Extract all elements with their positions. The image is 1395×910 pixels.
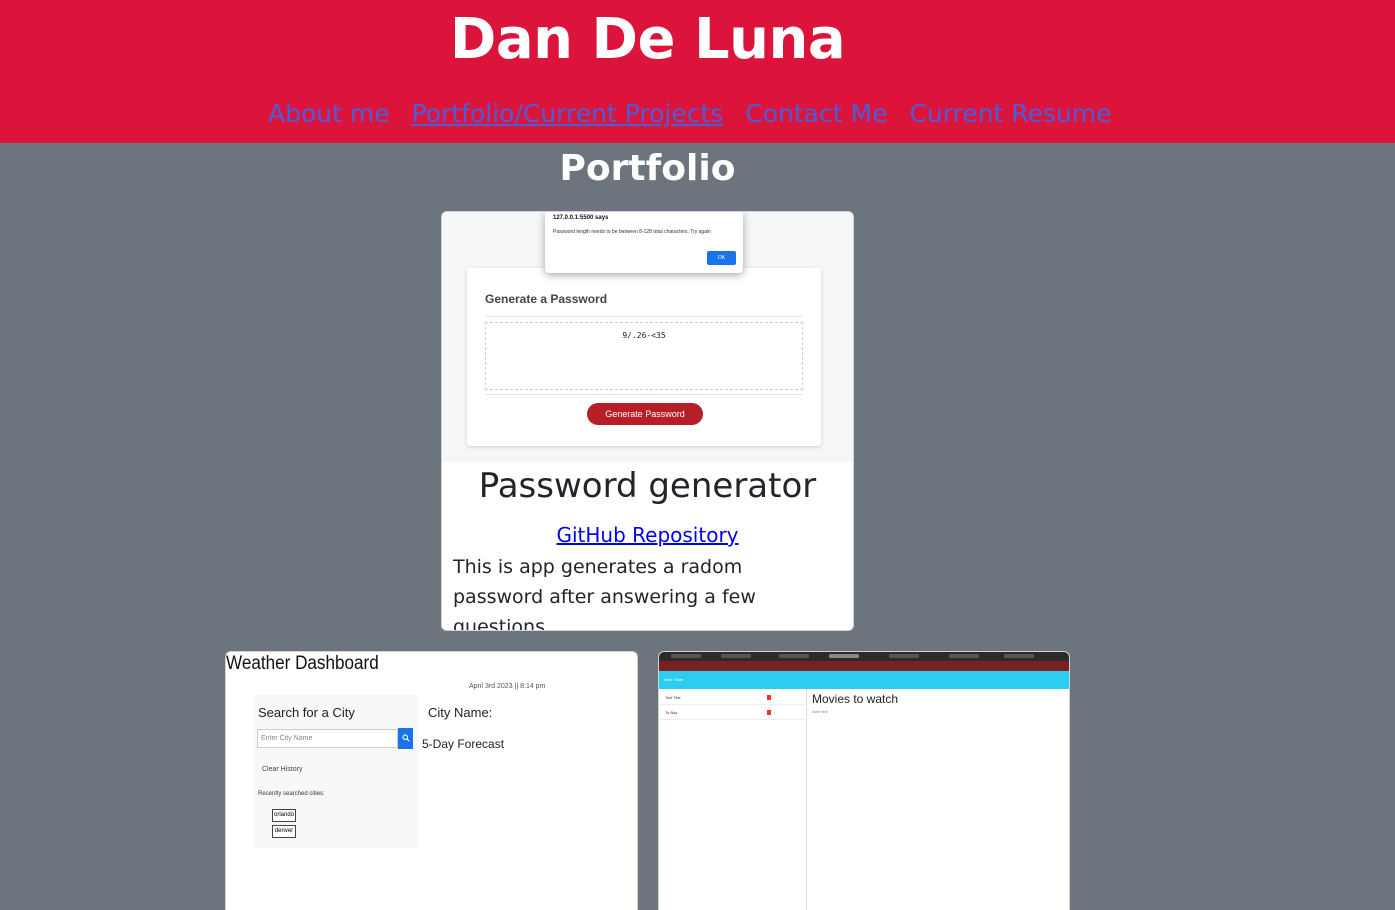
password-app-heading: Generate a Password <box>485 292 608 306</box>
magnifier-icon <box>398 728 413 749</box>
password-output: 9/.26-<35 <box>485 322 803 390</box>
browser-tabs <box>659 652 1069 661</box>
github-repository-link[interactable]: GitHub Repository <box>556 523 738 547</box>
project-card-notes[interactable]: Note Taker Test Title To Buy Movies to w… <box>658 651 1070 910</box>
notes-sidebar: Test Title To Buy <box>659 689 807 910</box>
weather-clear-history: Clear History <box>262 766 303 773</box>
alert-dialog: 127.0.0.1:5500 says Password length need… <box>545 212 743 273</box>
project-title: Password generator <box>478 466 817 506</box>
note-title: Test Title <box>665 695 681 700</box>
divider <box>485 394 803 395</box>
weather-search-title: Search for a City <box>258 705 355 720</box>
weather-recent-label: Recently searched cities: <box>258 791 325 797</box>
note-title: To Buy <box>665 710 678 715</box>
nav-portfolio[interactable]: Portfolio/Current Projects <box>412 96 724 132</box>
browser-url-bar <box>659 661 1069 671</box>
project-card-weather[interactable]: Weather Dashboard April 3rd 2023 || 8:14… <box>225 651 638 910</box>
note-heading: Movies to watch <box>812 692 899 706</box>
divider <box>485 316 803 317</box>
generate-password-button: Generate Password <box>587 403 703 425</box>
trash-icon <box>767 710 771 715</box>
weather-forecast-label: 5-Day Forecast <box>422 737 505 751</box>
nav-resume[interactable]: Current Resume <box>909 96 1111 132</box>
notes-app-bar: Note Taker <box>659 671 1069 689</box>
weather-title: Weather Dashboard <box>226 653 379 674</box>
project-link-wrap: GitHub Repository <box>442 521 853 549</box>
alert-ok-button: OK <box>707 251 736 265</box>
weather-city-denver: denver <box>272 825 296 838</box>
password-app-card: Generate a Password 9/.26-<35 Generate P… <box>467 268 821 446</box>
alert-message: Password length needs to be between 8-12… <box>553 229 711 235</box>
nav-about[interactable]: About me <box>268 96 390 132</box>
portfolio-heading: Portfolio <box>559 148 736 189</box>
weather-city-orlando: orlando <box>272 809 296 822</box>
trash-icon <box>767 695 771 700</box>
weather-city-input: Enter City Name <box>257 729 398 748</box>
list-item: Test Title <box>659 691 805 705</box>
weather-city-name: City Name: <box>428 705 493 720</box>
site-header: Dan De Luna About me Portfolio/Current P… <box>0 0 1395 143</box>
site-title: Dan De Luna <box>449 7 846 72</box>
alert-title: 127.0.0.1:5500 says <box>553 215 609 221</box>
list-item: To Buy <box>659 706 805 720</box>
note-text: Note text <box>812 709 829 714</box>
password-screenshot: Generate a Password 9/.26-<35 Generate P… <box>442 212 853 462</box>
weather-search-panel: Search for a City Enter City Name Clear … <box>254 695 418 848</box>
project-description: This is app generates a radom password a… <box>453 556 756 631</box>
nav-contact[interactable]: Contact Me <box>745 96 887 132</box>
weather-date: April 3rd 2023 || 8:14 pm <box>469 683 546 690</box>
project-card-password: Generate a Password 9/.26-<35 Generate P… <box>441 211 854 631</box>
main-nav: About me Portfolio/Current Projects Cont… <box>268 96 1112 132</box>
